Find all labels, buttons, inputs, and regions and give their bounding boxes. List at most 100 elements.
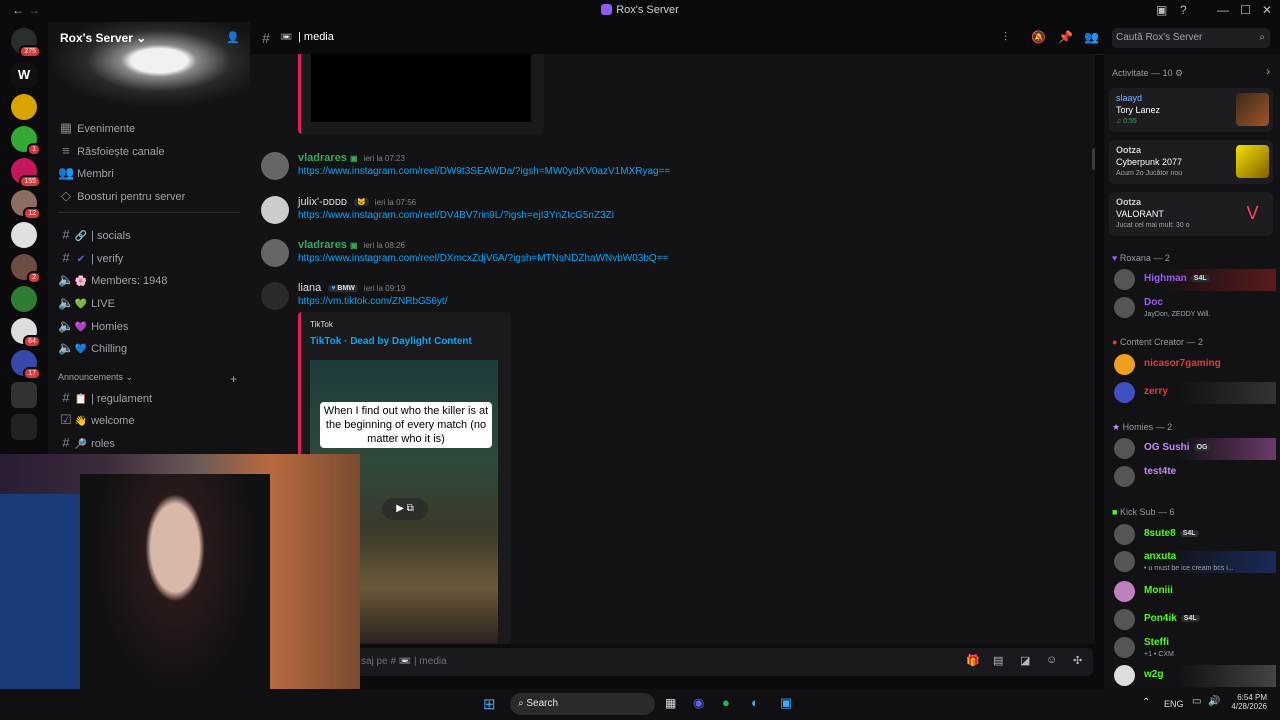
member-item[interactable]: w2g xyxy=(1114,665,1276,687)
volume-icon[interactable]: 🔊 xyxy=(1208,696,1220,707)
server-icon-w[interactable]: W xyxy=(11,62,37,88)
quick-link-label: Evenimente xyxy=(77,123,136,135)
add-channel-icon[interactable]: + xyxy=(230,372,237,386)
avatar[interactable] xyxy=(261,282,289,310)
server-icon[interactable]: 1 xyxy=(11,126,41,156)
channel-socials[interactable]: # 🔗 | socials xyxy=(58,227,243,247)
server-icon[interactable] xyxy=(11,286,37,312)
explorer-app-icon[interactable]: ▣ xyxy=(780,695,792,711)
channel-roles[interactable]: # 🔎 roles xyxy=(58,435,243,454)
inbox-icon[interactable]: ▣ xyxy=(1156,3,1167,17)
username[interactable]: julix'-ᴅᴅᴅᴅ xyxy=(298,196,347,208)
server-icon[interactable]: 155 xyxy=(11,158,41,188)
server-icon[interactable] xyxy=(11,94,37,120)
emoji-icon[interactable]: ☺ xyxy=(1046,654,1057,666)
direct-messages-button[interactable]: 275 xyxy=(11,28,41,58)
member-item[interactable]: anxuta • u must be ice cream bcs i... xyxy=(1114,551,1276,573)
member-name: Doc xyxy=(1144,297,1163,308)
message-link[interactable]: https://vm.tiktok.com/ZNRbG56yt/ xyxy=(298,296,447,307)
chevron-up-icon[interactable]: ⌃ xyxy=(1142,697,1150,708)
edge-app-icon[interactable]: ◐ xyxy=(751,695,759,710)
maximize-icon[interactable]: ☐ xyxy=(1240,3,1251,17)
member-item[interactable]: zerry xyxy=(1114,382,1276,404)
voice-channel-homies[interactable]: 🔈💜 Homies xyxy=(58,318,243,338)
channel-emoji: 💚 xyxy=(74,299,88,310)
voice-channel-chilling[interactable]: 🔈💙 Chilling xyxy=(58,340,243,360)
chevron-right-icon[interactable]: › xyxy=(1266,66,1270,78)
server-icon[interactable] xyxy=(11,222,37,248)
embed-provider[interactable]: TikTok xyxy=(310,320,333,329)
avatar[interactable] xyxy=(261,196,289,224)
server-icon[interactable]: 64 xyxy=(11,318,41,348)
play-button[interactable]: ▶ ⧉ xyxy=(382,498,428,520)
voice-channel-live[interactable]: 🔈💚 LIVE xyxy=(58,295,243,315)
server-icon[interactable]: 2 xyxy=(11,254,41,284)
close-icon[interactable]: ✕ xyxy=(1262,3,1272,17)
activity-user: Ootza xyxy=(1116,197,1142,207)
message-input[interactable]: saj pe # 📼 | media 🎁 ▤ ◪ ☺ ✣ xyxy=(258,648,1093,676)
channel-verify[interactable]: # ✔ | verify xyxy=(58,250,243,270)
gif-icon[interactable]: ▤ xyxy=(993,654,1003,667)
clock[interactable]: 6:54 PM 4/28/2026 xyxy=(1231,693,1267,711)
speaker-icon: 🔈 xyxy=(58,272,75,287)
member-item[interactable]: Doc JayDon, ZEDDY Will. xyxy=(1114,297,1276,319)
discord-app-icon[interactable]: ◉ xyxy=(693,695,704,711)
message-link[interactable]: https://www.instagram.com/reel/DV4BV7rin… xyxy=(298,210,614,221)
avatar[interactable] xyxy=(261,152,289,180)
member-item[interactable]: 8sute8 S4L xyxy=(1114,524,1276,546)
language-indicator[interactable]: ENG xyxy=(1164,699,1184,709)
channel-regulament[interactable]: # 📋 | regulament xyxy=(58,390,243,410)
embed-video-thumbnail[interactable] xyxy=(311,54,531,122)
username[interactable]: liana xyxy=(298,282,321,294)
spotify-app-icon[interactable]: ● xyxy=(722,695,730,710)
sticker-icon[interactable]: ◪ xyxy=(1020,654,1030,667)
username[interactable]: vladrares xyxy=(298,152,347,164)
member-item[interactable]: Pon4ik S4L xyxy=(1114,609,1276,631)
activity-card[interactable]: Ootza VALORANT Jucat cel mai mult: 30 o … xyxy=(1109,192,1273,236)
quick-link-browse-channels[interactable]: ≡ Răsfoiește canale xyxy=(58,143,243,163)
member-item[interactable]: Highman S4L xyxy=(1114,269,1276,291)
member-item[interactable]: test4te xyxy=(1114,466,1276,488)
message-link[interactable]: https://www.instagram.com/reel/DXmcxZdjV… xyxy=(298,253,668,264)
member-item[interactable]: Steffi +1 • CXM xyxy=(1114,637,1276,659)
chat-scrollbar-thumb[interactable] xyxy=(1092,148,1095,170)
minimize-icon[interactable]: — xyxy=(1217,3,1229,17)
gift-icon[interactable]: 🎁 xyxy=(966,654,980,667)
apps-icon[interactable]: ✣ xyxy=(1073,654,1082,667)
quick-link-members[interactable]: 👥 Membri xyxy=(58,165,243,185)
category-announcements[interactable]: Announcements ⌄ + xyxy=(58,372,243,392)
members-icon: 👥 xyxy=(58,165,75,180)
pin-icon[interactable]: 📌 xyxy=(1058,30,1073,44)
mute-icon[interactable]: 🔕 xyxy=(1031,30,1046,44)
quick-link-boosts[interactable]: ◇ Boosturi pentru server xyxy=(58,188,243,208)
message-link[interactable]: https://www.instagram.com/reel/DW9t3SEAW… xyxy=(298,166,670,177)
member-status: • u must be ice cream bcs i... xyxy=(1144,565,1234,572)
voice-channel-members[interactable]: 🔈🌸 Members: 1948 xyxy=(58,272,243,292)
avatar[interactable] xyxy=(261,239,289,267)
windows-start-icon[interactable]: ⊞ xyxy=(483,695,496,713)
member-item[interactable]: nicasor7gaming xyxy=(1114,354,1276,376)
quick-link-events[interactable]: ▦ Evenimente xyxy=(58,120,243,140)
member-list-icon[interactable]: 👥 xyxy=(1084,30,1099,44)
help-icon[interactable]: ? xyxy=(1180,3,1187,17)
embed-title[interactable]: TikTok · Dead by Daylight Content xyxy=(310,336,472,347)
channel-welcome[interactable]: ☑ 👋 welcome xyxy=(58,412,243,432)
invite-people-icon[interactable]: 👤 xyxy=(226,31,240,44)
server-icon[interactable] xyxy=(11,382,37,408)
threads-icon[interactable]: ⫶ xyxy=(1004,30,1007,45)
server-icon[interactable]: 17 xyxy=(11,350,41,380)
activity-card[interactable]: Ootza Cyberpunk 2077 Acum 2o Jucător nou xyxy=(1109,140,1273,184)
username[interactable]: vladrares xyxy=(298,239,347,251)
server-name-dropdown[interactable]: Rox's Server ⌄ xyxy=(60,31,146,45)
channel-emoji: 📋 xyxy=(74,394,88,405)
network-icon[interactable]: ▭ xyxy=(1192,696,1201,707)
notification-badge: 275 xyxy=(19,45,41,58)
search-input[interactable]: Caută Rox's Server ⌕ xyxy=(1112,28,1270,48)
task-view-icon[interactable]: ▦ xyxy=(665,696,676,710)
taskbar-search[interactable]: ⌕ Search xyxy=(510,693,655,715)
member-item[interactable]: OG Sushi OG xyxy=(1114,438,1276,460)
server-icon[interactable]: 12 xyxy=(11,190,41,220)
activity-card[interactable]: slaayd Tory Lanez ♫ 0:55 xyxy=(1109,88,1273,132)
server-icon[interactable] xyxy=(11,414,37,440)
member-item[interactable]: Moniii xyxy=(1114,581,1276,603)
